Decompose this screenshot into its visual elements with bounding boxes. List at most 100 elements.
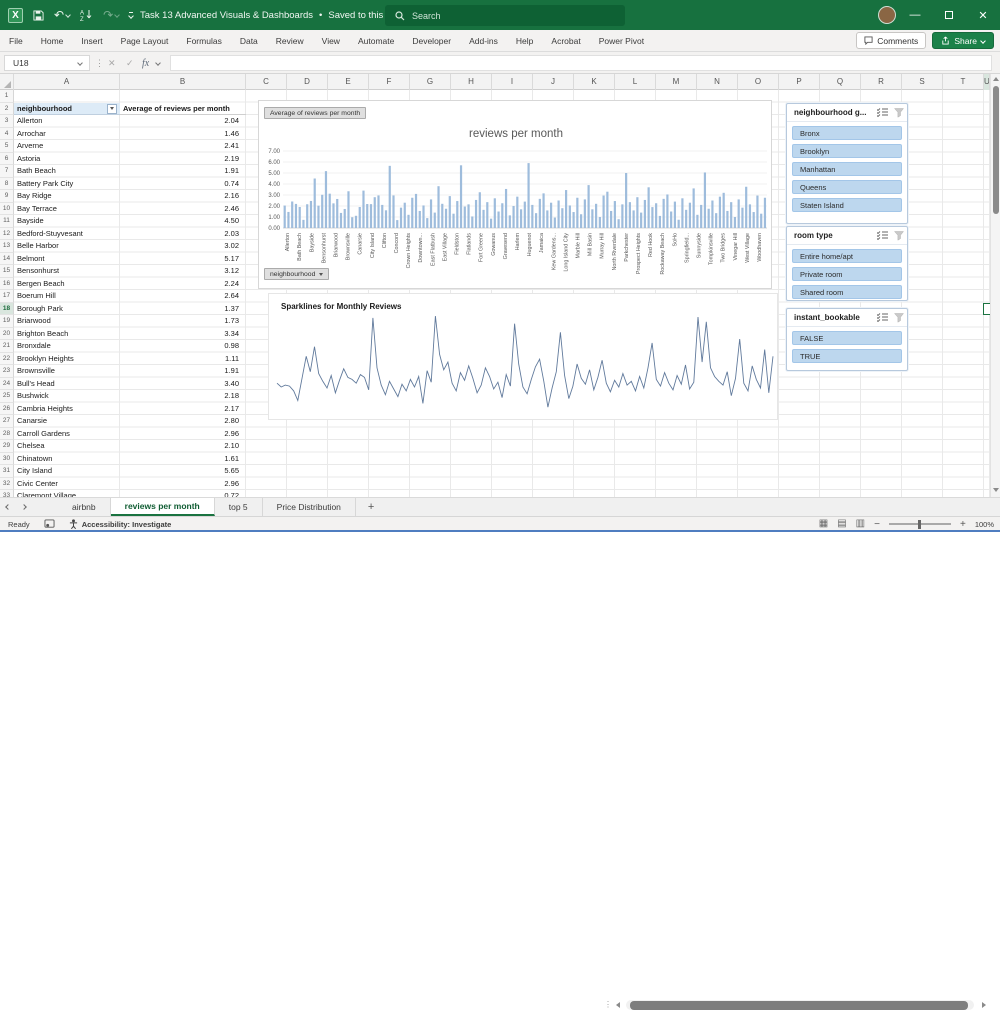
row-header-31[interactable]: 31 [0,465,14,478]
column-header-S[interactable]: S [902,74,943,90]
ribbon-tab-acrobat[interactable]: Acrobat [542,30,589,52]
average-cell[interactable]: 4.50 [120,215,242,228]
neighbourhood-cell[interactable]: City Island [14,465,120,478]
row-header-1[interactable]: 1 [0,90,14,103]
neighbourhood-cell[interactable]: Brighton Beach [14,328,120,341]
neighbourhood-cell[interactable]: Chelsea [14,440,120,453]
row-header-2[interactable]: 2 [0,102,14,115]
neighbourhood-cell[interactable]: Civic Center [14,478,120,491]
neighbourhood-cell[interactable]: Borough Park [14,303,120,316]
row-header-17[interactable]: 17 [0,290,14,303]
pivot-header-average[interactable]: Average of reviews per month [120,103,246,115]
average-cell[interactable]: 2.16 [120,190,242,203]
average-cell[interactable]: 2.41 [120,140,242,153]
column-header-D[interactable]: D [287,74,328,90]
neighbourhood-cell[interactable]: Belle Harbor [14,240,120,253]
slicer-item-entire-home-apt[interactable]: Entire home/apt [792,249,902,263]
pivot-chart[interactable]: reviews per month 0.00 1.00 2.00 3.00 4.00 5.0… [258,100,772,289]
comments-button[interactable]: Comments [856,32,927,49]
column-header-P[interactable]: P [779,74,820,90]
restore-button[interactable] [932,0,966,30]
average-cell[interactable]: 1.46 [120,128,242,141]
row-header-33[interactable]: 33 [0,490,14,497]
neighbourhood-cell[interactable]: Bath Beach [14,165,120,178]
sort-az-icon[interactable]: AZ [80,9,93,21]
average-cell[interactable]: 0.74 [120,178,242,191]
average-cell[interactable]: 2.96 [120,428,242,441]
column-header-I[interactable]: I [492,74,533,90]
zoom-out-icon[interactable]: − [874,519,880,530]
column-header-Q[interactable]: Q [820,74,861,90]
neighbourhood-cell[interactable]: Carroll Gardens [14,428,120,441]
row-header-30[interactable]: 30 [0,452,14,465]
zoom-slider-thumb[interactable] [917,519,921,529]
minimize-button[interactable]: — [898,0,932,30]
row-header-29[interactable]: 29 [0,440,14,453]
ribbon-tab-help[interactable]: Help [507,30,542,52]
column-header-T[interactable]: T [943,74,984,90]
multi-select-icon[interactable] [875,108,891,117]
new-sheet-button[interactable]: + [356,498,386,516]
average-cell[interactable]: 2.04 [120,115,242,128]
search-bar[interactable] [385,5,625,26]
ribbon-tab-page-layout[interactable]: Page Layout [112,30,178,52]
select-all-corner[interactable] [0,74,14,90]
column-header-A[interactable]: A [14,74,120,90]
search-input[interactable] [412,10,592,21]
neighbourhood-cell[interactable]: Briarwood [14,315,120,328]
average-cell[interactable]: 1.91 [120,165,242,178]
column-header-G[interactable]: G [410,74,451,90]
neighbourhood-cell[interactable]: Bronxdale [14,340,120,353]
average-cell[interactable]: 2.80 [120,415,242,428]
average-cell[interactable]: 2.03 [120,228,242,241]
row-header-6[interactable]: 6 [0,152,14,165]
column-header-R[interactable]: R [861,74,902,90]
average-cell[interactable]: 2.17 [120,403,242,416]
vertical-scrollbar[interactable] [990,74,1000,497]
neighbourhood-cell[interactable]: Astoria [14,153,120,166]
row-header-18[interactable]: 18 [0,302,14,315]
row-header-24[interactable]: 24 [0,377,14,390]
row-header-23[interactable]: 23 [0,365,14,378]
slicer-item-queens[interactable]: Queens [792,180,902,194]
sparklines-chart[interactable]: Sparklines for Monthly Reviews [268,293,778,420]
row-header-28[interactable]: 28 [0,427,14,440]
neighbourhood-cell[interactable]: Brooklyn Heights [14,353,120,366]
sheet-tab-reviews-per-month[interactable]: reviews per month [110,498,215,516]
row-header-22[interactable]: 22 [0,352,14,365]
row-header-11[interactable]: 11 [0,215,14,228]
neighbourhood-cell[interactable]: Bay Terrace [14,203,120,216]
header-filter-button[interactable] [107,103,117,114]
row-header-10[interactable]: 10 [0,202,14,215]
sheet-tab-airbnb[interactable]: airbnb [58,498,111,516]
redo-icon[interactable]: ↷ [103,8,120,22]
neighbourhood-cell[interactable]: Claremont Village [14,490,120,497]
column-header-E[interactable]: E [328,74,369,90]
row-header-25[interactable]: 25 [0,390,14,403]
scroll-up-icon[interactable] [993,77,999,83]
average-cell[interactable]: 1.91 [120,365,242,378]
save-icon[interactable] [33,9,44,21]
row-header-32[interactable]: 32 [0,477,14,490]
slicer-item-staten-island[interactable]: Staten Island [792,198,902,212]
row-header-13[interactable]: 13 [0,240,14,253]
average-cell[interactable]: 2.64 [120,290,242,303]
neighbourhood-cell[interactable]: Arrochar [14,128,120,141]
slicer-item-manhattan[interactable]: Manhattan [792,162,902,176]
sheet-tab-top-5[interactable]: top 5 [215,498,263,516]
neighbourhood-cell[interactable]: Chinatown [14,453,120,466]
ribbon-tab-insert[interactable]: Insert [72,30,111,52]
slicer-item-brooklyn[interactable]: Brooklyn [792,144,902,158]
average-cell[interactable]: 1.11 [120,353,242,366]
neighbourhood-cell[interactable]: Bergen Beach [14,278,120,291]
clear-filter-icon[interactable] [891,312,907,323]
cancel-icon[interactable]: ✕ [108,55,116,71]
row-header-12[interactable]: 12 [0,227,14,240]
average-cell[interactable]: 3.34 [120,328,242,341]
tab-splitter-icon[interactable]: ⋮ [604,1000,612,1009]
neighbourhood-cell[interactable]: Cambria Heights [14,403,120,416]
pivot-header-neighbourhood[interactable]: neighbourhood [14,102,120,115]
scroll-right-icon[interactable] [982,1002,986,1008]
clear-filter-icon[interactable] [891,107,907,118]
column-header-K[interactable]: K [574,74,615,90]
